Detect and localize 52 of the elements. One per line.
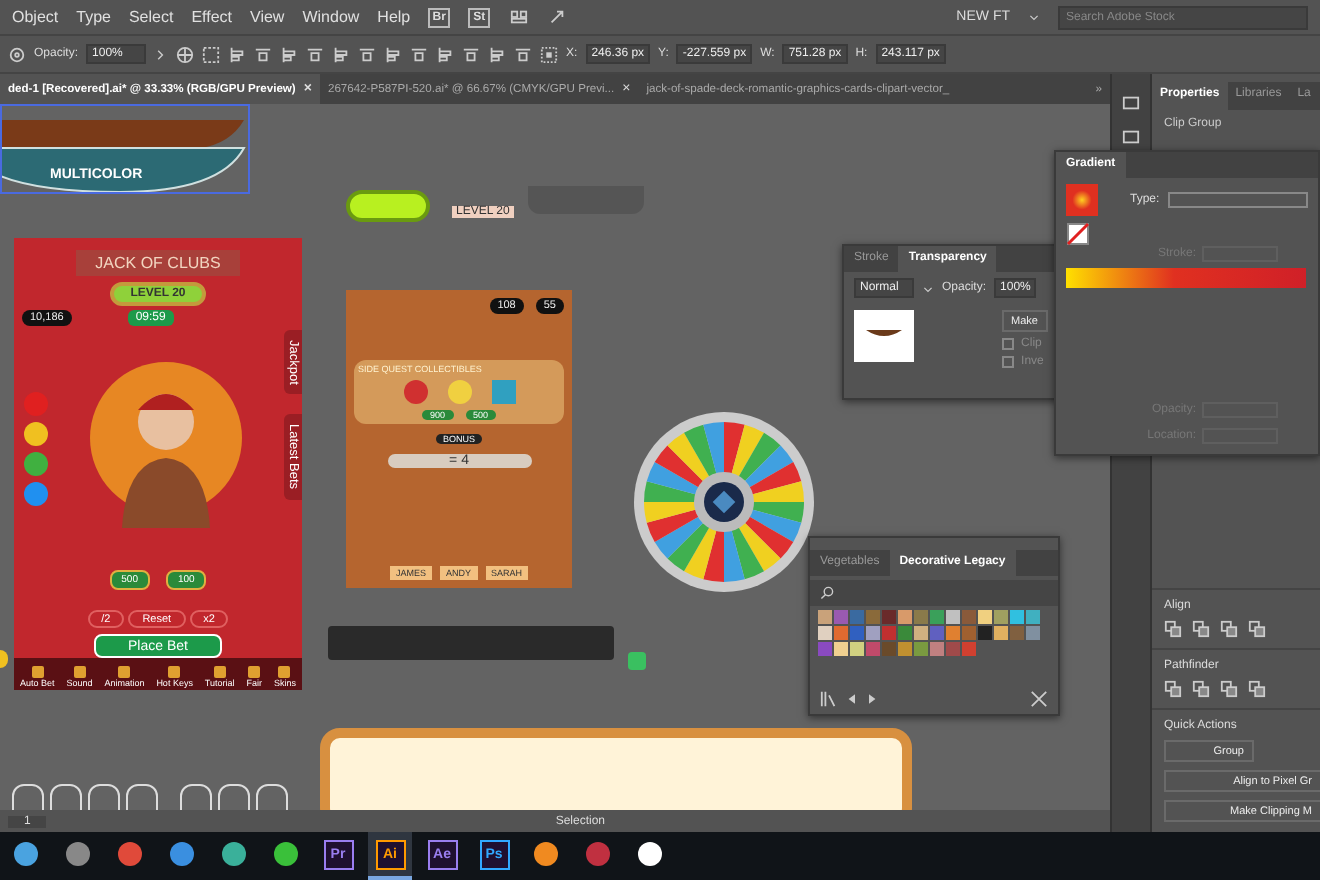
previous-icon[interactable] bbox=[846, 690, 858, 708]
selection-icon[interactable] bbox=[202, 45, 221, 63]
color-ball[interactable] bbox=[24, 421, 48, 445]
reference-point-icon[interactable] bbox=[540, 45, 559, 63]
align-icon[interactable] bbox=[462, 45, 481, 63]
align-icon[interactable] bbox=[332, 45, 351, 63]
grid-icon[interactable] bbox=[508, 8, 531, 26]
game-title: JACK OF CLUBS bbox=[75, 250, 241, 276]
app-icon[interactable] bbox=[532, 840, 560, 868]
menu-item[interactable]: Effect bbox=[191, 8, 233, 26]
toolbar-icon[interactable] bbox=[31, 666, 44, 678]
color-ball[interactable] bbox=[24, 391, 48, 415]
toolbar-icon[interactable] bbox=[73, 666, 86, 678]
target-icon[interactable] bbox=[8, 45, 26, 63]
align-icon[interactable] bbox=[306, 45, 325, 63]
align-icon[interactable] bbox=[358, 45, 377, 63]
align-icon[interactable] bbox=[436, 45, 455, 63]
menu-item[interactable]: Object bbox=[12, 8, 59, 26]
align-icon[interactable] bbox=[254, 45, 273, 63]
search-icon[interactable] bbox=[820, 586, 834, 600]
app-icon[interactable] bbox=[220, 840, 248, 868]
toolbar-icon[interactable] bbox=[168, 666, 181, 678]
align-icon[interactable] bbox=[488, 45, 507, 63]
globe-icon[interactable] bbox=[176, 45, 195, 63]
library-icon[interactable] bbox=[820, 690, 838, 708]
align-icon[interactable] bbox=[384, 45, 403, 63]
checkbox[interactable] bbox=[1001, 338, 1014, 350]
stroke-fill-icon bbox=[1066, 222, 1090, 246]
gradient-swatch bbox=[1066, 184, 1098, 216]
chevron-icon[interactable] bbox=[154, 45, 169, 63]
mask-thumbnail bbox=[854, 310, 914, 362]
align-icon[interactable] bbox=[514, 45, 533, 63]
color-ball[interactable] bbox=[24, 481, 48, 505]
indicator-lamp bbox=[346, 190, 430, 222]
app-icon[interactable] bbox=[272, 840, 300, 868]
app-icon[interactable] bbox=[12, 840, 40, 868]
app-icon[interactable] bbox=[636, 840, 664, 868]
menu-item[interactable]: Help bbox=[377, 8, 411, 26]
toolbar-icon[interactable] bbox=[278, 666, 291, 678]
menu-item[interactable]: Type bbox=[76, 8, 111, 26]
menu-item[interactable]: Window bbox=[302, 8, 360, 26]
toolbar-icon[interactable] bbox=[213, 666, 226, 678]
align-icon[interactable] bbox=[410, 45, 429, 63]
align-icon[interactable] bbox=[228, 45, 247, 63]
menu-item[interactable]: View bbox=[250, 8, 285, 26]
color-ball[interactable] bbox=[24, 451, 48, 475]
toolbar-icon[interactable] bbox=[248, 666, 261, 678]
checkbox[interactable] bbox=[1001, 356, 1014, 368]
next-icon[interactable] bbox=[866, 690, 878, 708]
align-icon[interactable] bbox=[280, 45, 299, 63]
menu-item[interactable]: Select bbox=[128, 8, 174, 26]
toolbar-icon[interactable] bbox=[118, 666, 131, 678]
